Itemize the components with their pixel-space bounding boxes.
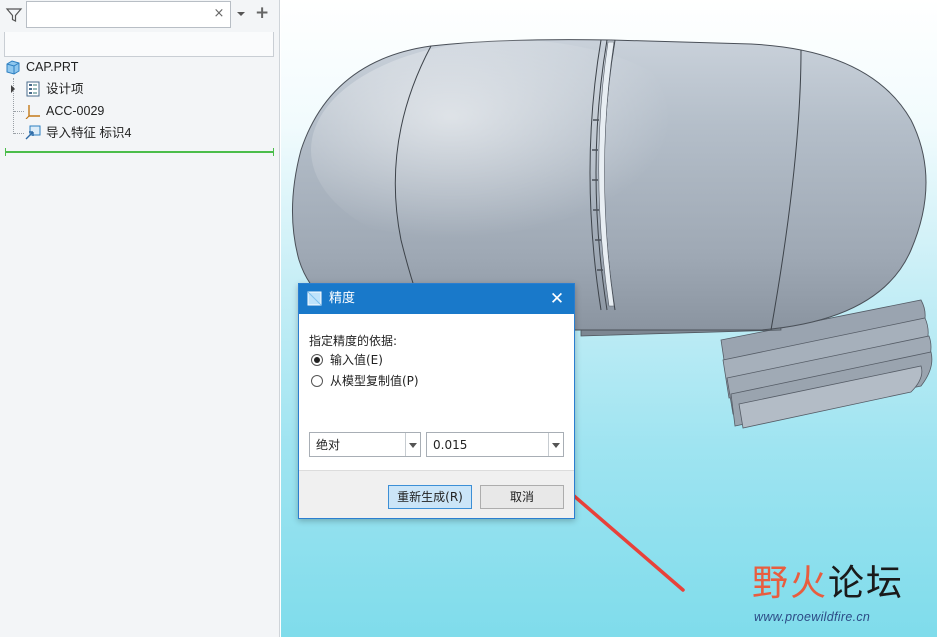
close-icon[interactable]: ✕ <box>546 288 568 310</box>
watermark-logo: 野火论坛 <box>752 562 904 606</box>
watermark-url: www.proewildfire.cn <box>754 610 871 624</box>
watermark-logo-flame: 火 <box>790 563 829 604</box>
tree-item-label: 导入特征 标识4 <box>46 126 132 140</box>
radio-copy-from-model[interactable]: 从模型复制值(P) <box>311 372 451 390</box>
accuracy-mode-value: 绝对 <box>316 438 341 452</box>
dialog-titlebar[interactable]: 精度 ✕ <box>299 284 574 314</box>
radio-label: 输入值(E) <box>330 353 383 367</box>
dialog-footer: 重新生成(R) 取消 <box>299 470 574 518</box>
insert-here-marker[interactable] <box>5 148 274 156</box>
radio-copy-from-model-control[interactable] <box>311 375 323 387</box>
tree-item-design-items[interactable]: 设计项 <box>0 79 270 99</box>
tree-item-import-feature[interactable]: 导入特征 标识4 <box>0 123 270 143</box>
import-feature-icon <box>25 125 41 140</box>
tree-item-coordinate-system[interactable]: ACC-0029 <box>0 101 270 121</box>
coordinate-system-icon <box>25 105 40 119</box>
shell-highlight <box>311 40 711 260</box>
design-items-icon <box>26 81 40 97</box>
watermark-logo-char: 野 <box>752 563 791 604</box>
chevron-down-icon[interactable] <box>405 433 420 456</box>
regenerate-button[interactable]: 重新生成(R) <box>388 485 472 509</box>
tree-item-label: 设计项 <box>46 82 84 96</box>
tree-item-part[interactable]: CAP.PRT <box>0 57 270 77</box>
radio-label: 从模型复制值(P) <box>330 374 419 388</box>
radio-enter-value-control[interactable] <box>311 354 323 366</box>
accuracy-basis-label: 指定精度的依据: <box>309 334 398 348</box>
part-icon <box>6 60 20 75</box>
radio-enter-value[interactable]: 输入值(E) <box>311 351 431 369</box>
watermark-logo-text: 论坛 <box>828 563 905 604</box>
cancel-button[interactable]: 取消 <box>480 485 564 509</box>
model-tree-panel: × + CAP.PRT 设计项 ACC-0029 导入特征 标识4 <box>0 0 280 637</box>
tree-item-label: CAP.PRT <box>26 60 79 74</box>
dialog-body: 指定精度的依据: 输入值(E) 从模型复制值(P) 绝对 0.015 <box>299 314 574 470</box>
accuracy-value: 0.015 <box>433 438 468 452</box>
forum-watermark: 野火论坛 www.proewildfire.cn <box>752 562 927 632</box>
accuracy-dialog: 精度 ✕ 指定精度的依据: 输入值(E) 从模型复制值(P) 绝对 0.015 … <box>298 283 575 519</box>
filter-icon[interactable] <box>5 6 23 24</box>
tree-search-input[interactable]: × <box>26 1 231 28</box>
add-filter-icon[interactable]: + <box>255 4 269 22</box>
clear-search-icon[interactable]: × <box>212 6 226 22</box>
chevron-down-icon[interactable] <box>548 433 563 456</box>
accuracy-mode-select[interactable]: 绝对 <box>309 432 421 457</box>
dialog-part-icon <box>307 291 322 306</box>
tree-item-label: ACC-0029 <box>46 104 105 118</box>
expand-arrow-icon[interactable] <box>9 85 17 93</box>
dialog-title: 精度 <box>329 291 356 306</box>
chevron-down-icon[interactable] <box>236 9 246 19</box>
tree-filter-bar: × + <box>0 0 280 30</box>
accuracy-value-input[interactable]: 0.015 <box>426 432 564 457</box>
tree-header-area <box>4 32 274 57</box>
